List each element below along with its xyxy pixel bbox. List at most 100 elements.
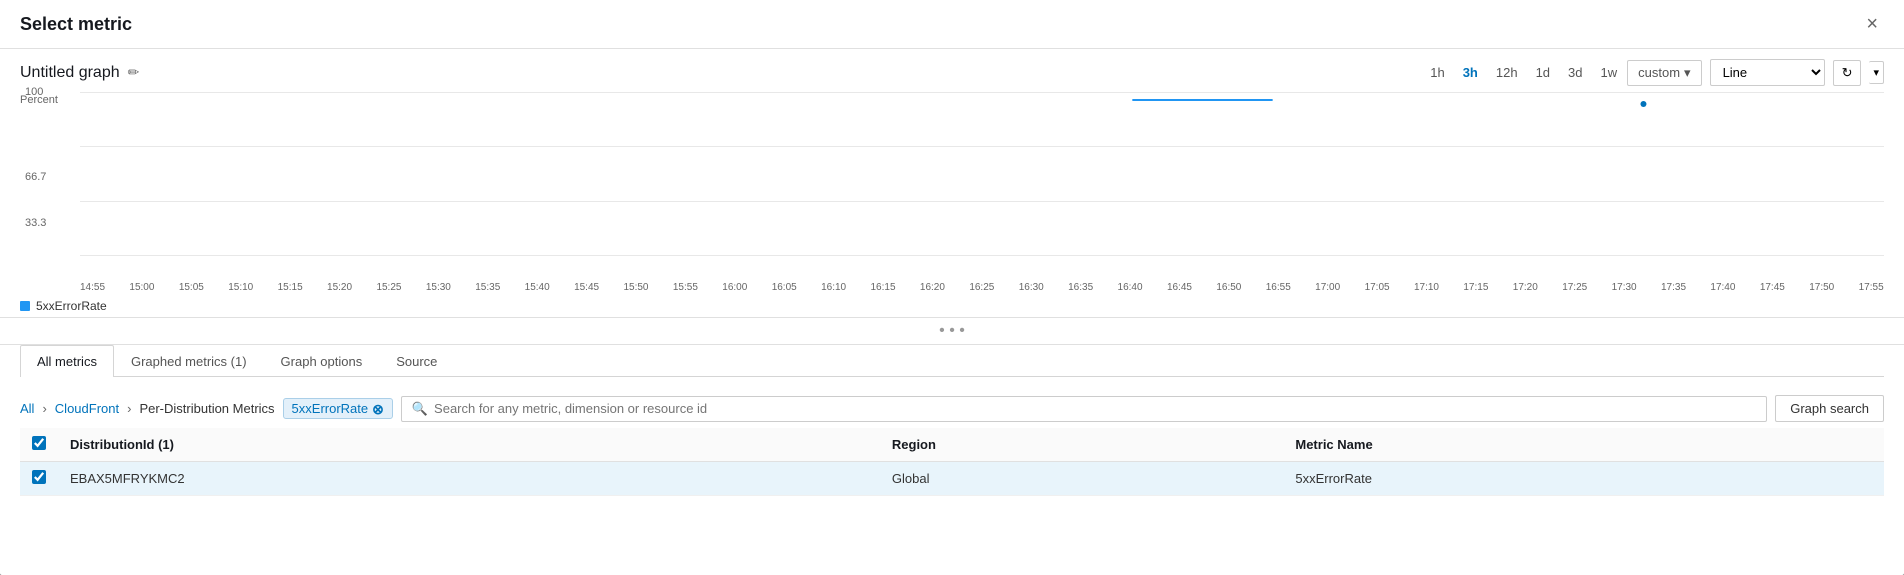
x-label: 17:05	[1365, 282, 1390, 293]
x-label: 16:25	[969, 282, 994, 293]
tabs-section: All metrics Graphed metrics (1) Graph op…	[0, 345, 1904, 508]
modal-close-button[interactable]: ×	[1860, 12, 1884, 36]
x-label: 17:55	[1859, 282, 1884, 293]
x-label: 16:35	[1068, 282, 1093, 293]
y-label-100: 100	[25, 86, 43, 98]
graph-controls: 1h 3h 12h 1d 3d 1w custom ▾ Line Stacked…	[1422, 59, 1884, 86]
col-header-checkbox	[20, 428, 58, 462]
time-btn-12h[interactable]: 12h	[1488, 61, 1526, 84]
legend-label: 5xxErrorRate	[36, 299, 107, 313]
search-icon: 🔍	[412, 401, 428, 417]
breadcrumb-cloudfront[interactable]: CloudFront	[55, 401, 119, 416]
divider-handle[interactable]: • • •	[0, 317, 1904, 345]
col-header-metric-name: Metric Name	[1283, 428, 1884, 462]
x-label: 15:15	[278, 282, 303, 293]
breadcrumb-sep-2: ›	[127, 401, 131, 416]
row-checkbox-cell	[20, 462, 58, 496]
x-label: 15:25	[376, 282, 401, 293]
x-label: 17:50	[1809, 282, 1834, 293]
custom-chevron-icon: ▾	[1684, 65, 1691, 81]
x-label: 16:30	[1019, 282, 1044, 293]
custom-label: custom	[1638, 65, 1680, 80]
time-range-buttons: 1h 3h 12h 1d 3d 1w custom ▾	[1422, 60, 1701, 86]
time-btn-1h[interactable]: 1h	[1422, 61, 1452, 84]
x-label: 17:35	[1661, 282, 1686, 293]
x-label: 17:25	[1562, 282, 1587, 293]
legend-color-dot	[20, 301, 30, 311]
col-header-region: Region	[880, 428, 1283, 462]
x-label: 14:55	[80, 282, 105, 293]
x-label: 16:00	[722, 282, 747, 293]
row-checkbox[interactable]	[32, 470, 46, 484]
time-btn-1d[interactable]: 1d	[1528, 61, 1558, 84]
edit-title-icon[interactable]: ✏	[128, 64, 140, 81]
tab-bar: All metrics Graphed metrics (1) Graph op…	[20, 345, 1884, 377]
tab-content-all-metrics: All › CloudFront › Per-Distribution Metr…	[20, 377, 1884, 508]
graph-search-button[interactable]: Graph search	[1775, 395, 1884, 422]
x-axis-labels: 14:55 15:00 15:05 15:10 15:15 15:20 15:2…	[80, 282, 1884, 295]
time-btn-3d[interactable]: 3d	[1560, 61, 1590, 84]
filter-tag: 5xxErrorRate ⊗	[283, 398, 393, 419]
filter-tag-remove-icon[interactable]: ⊗	[372, 402, 384, 416]
time-btn-custom[interactable]: custom ▾	[1627, 60, 1701, 86]
x-label: 16:50	[1216, 282, 1241, 293]
modal-title: Select metric	[20, 14, 132, 35]
x-label: 17:45	[1760, 282, 1785, 293]
tab-source[interactable]: Source	[379, 345, 454, 377]
breadcrumb-filter-bar: All › CloudFront › Per-Distribution Metr…	[20, 389, 1884, 428]
x-label: 15:05	[179, 282, 204, 293]
x-label: 17:00	[1315, 282, 1340, 293]
x-label: 17:40	[1710, 282, 1735, 293]
tab-all-metrics[interactable]: All metrics	[20, 345, 114, 377]
row-distribution-id: EBAX5MFRYKMC2	[58, 462, 880, 496]
graph-title-area: Untitled graph ✏	[20, 64, 139, 82]
y-label-333: 33.3	[25, 217, 46, 229]
table-header-row: DistributionId (1) Region Metric Name	[20, 428, 1884, 462]
time-btn-1w[interactable]: 1w	[1593, 61, 1626, 84]
x-label: 15:40	[525, 282, 550, 293]
x-label: 17:15	[1463, 282, 1488, 293]
x-label: 15:10	[228, 282, 253, 293]
select-all-checkbox[interactable]	[32, 436, 46, 450]
x-label: 15:20	[327, 282, 352, 293]
x-label: 16:15	[871, 282, 896, 293]
x-label: 15:45	[574, 282, 599, 293]
refresh-dropdown-button[interactable]: ▾	[1869, 61, 1884, 84]
search-input[interactable]	[434, 401, 1756, 416]
time-btn-3h[interactable]: 3h	[1455, 61, 1486, 84]
chart-type-select[interactable]: Line Stacked area Number	[1710, 59, 1825, 86]
graph-header: Untitled graph ✏ 1h 3h 12h 1d 3d 1w cust…	[0, 49, 1904, 92]
x-label: 16:05	[772, 282, 797, 293]
metrics-table: DistributionId (1) Region Metric Name EB…	[20, 428, 1884, 496]
chart-svg	[80, 92, 1884, 257]
legend-area: 5xxErrorRate	[0, 295, 1904, 317]
table-row: EBAX5MFRYKMC2 Global 5xxErrorRate	[20, 462, 1884, 496]
refresh-button[interactable]: ↻	[1833, 60, 1862, 86]
search-input-wrap: 🔍	[401, 396, 1767, 422]
breadcrumb-sep-1: ›	[42, 401, 46, 416]
col-header-distribution-id: DistributionId (1)	[58, 428, 880, 462]
row-metric-name: 5xxErrorRate	[1283, 462, 1884, 496]
chart-area: Percent 100 66.7 33.3	[0, 92, 1904, 282]
x-label: 15:00	[129, 282, 154, 293]
modal-header: Select metric ×	[0, 0, 1904, 49]
y-label-667: 66.7	[25, 171, 46, 183]
select-metric-modal: Select metric × Untitled graph ✏ 1h 3h 1…	[0, 0, 1904, 575]
tab-graph-options[interactable]: Graph options	[264, 345, 380, 377]
tab-graphed-metrics[interactable]: Graphed metrics (1)	[114, 345, 264, 377]
x-label: 16:45	[1167, 282, 1192, 293]
x-label: 16:10	[821, 282, 846, 293]
x-label: 16:55	[1266, 282, 1291, 293]
row-region: Global	[880, 462, 1283, 496]
x-label: 17:30	[1612, 282, 1637, 293]
breadcrumb-all[interactable]: All	[20, 401, 34, 416]
x-label: 16:40	[1118, 282, 1143, 293]
breadcrumb-per-distribution: Per-Distribution Metrics	[139, 401, 274, 416]
graph-title: Untitled graph	[20, 64, 120, 82]
x-label: 17:10	[1414, 282, 1439, 293]
filter-tag-label: 5xxErrorRate	[292, 401, 369, 416]
x-label: 15:30	[426, 282, 451, 293]
x-label: 15:55	[673, 282, 698, 293]
x-label: 15:35	[475, 282, 500, 293]
x-label: 17:20	[1513, 282, 1538, 293]
